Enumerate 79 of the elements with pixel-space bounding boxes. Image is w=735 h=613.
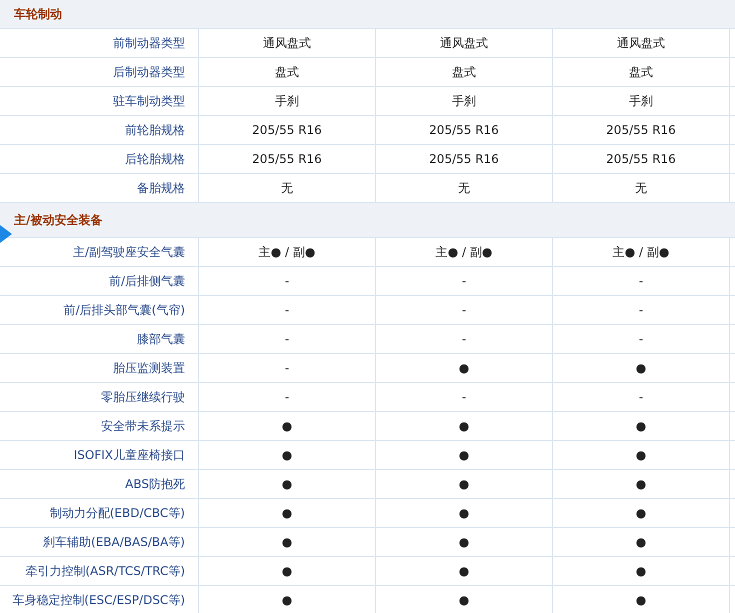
spec-value: 205/55 R16 (553, 116, 730, 144)
spec-label: 制动力分配(EBD/CBC等) (0, 499, 199, 527)
spec-value: 手刹 (553, 87, 730, 115)
spec-label: 安全带未系提示 (0, 412, 199, 440)
spec-label: 前/后排头部气囊(气帘) (0, 296, 199, 324)
spec-value: ● (376, 528, 553, 556)
spec-value: 无 (376, 174, 553, 202)
spec-value: ● (199, 499, 376, 527)
spec-label: 牵引力控制(ASR/TCS/TRC等) (0, 557, 199, 585)
spec-value: - (376, 296, 553, 324)
spec-value: ● (553, 441, 730, 469)
section-title: 车轮制动 (14, 6, 62, 22)
section-title: 主/被动安全装备 (14, 212, 102, 228)
spec-value: ● (553, 470, 730, 498)
spec-value: ● (199, 412, 376, 440)
spec-value: 无 (199, 174, 376, 202)
spec-label: 膝部气囊 (0, 325, 199, 353)
spec-value: - (376, 267, 553, 295)
spec-label: 零胎压继续行驶 (0, 383, 199, 411)
spec-label: 前制动器类型 (0, 29, 199, 57)
spec-value: - (199, 383, 376, 411)
spec-value: ● (553, 499, 730, 527)
spec-value: ● (199, 441, 376, 469)
spec-value: 主● / 副● (376, 238, 553, 266)
spec-label: 主/副驾驶座安全气囊 (0, 238, 199, 266)
spec-label: 车身稳定控制(ESC/ESP/DSC等) (0, 586, 199, 613)
spec-label: ISOFIX儿童座椅接口 (0, 441, 199, 469)
spec-label: 前轮胎规格 (0, 116, 199, 144)
spec-value: ● (376, 499, 553, 527)
spec-value: 手刹 (376, 87, 553, 115)
spec-label: 驻车制动类型 (0, 87, 199, 115)
spec-label: 后制动器类型 (0, 58, 199, 86)
spec-value: 通风盘式 (553, 29, 730, 57)
spec-value: - (553, 325, 730, 353)
spec-label: 后轮胎规格 (0, 145, 199, 173)
spec-label: 备胎规格 (0, 174, 199, 202)
spec-value: ● (199, 528, 376, 556)
spec-value: - (376, 325, 553, 353)
spec-value: ● (553, 586, 730, 613)
spec-value: - (199, 296, 376, 324)
spec-value: - (553, 267, 730, 295)
spec-value: ● (553, 354, 730, 382)
triangle-icon (0, 225, 12, 243)
spec-value: 主● / 副● (553, 238, 730, 266)
spec-value: 通风盘式 (376, 29, 553, 57)
spec-value: ● (553, 557, 730, 585)
spec-value: 205/55 R16 (376, 145, 553, 173)
spec-value: ● (376, 557, 553, 585)
spec-value: - (199, 354, 376, 382)
spec-value: ● (376, 412, 553, 440)
spec-value: ● (376, 586, 553, 613)
spec-value: 主● / 副● (199, 238, 376, 266)
spec-value: 205/55 R16 (376, 116, 553, 144)
spec-value: 205/55 R16 (199, 116, 376, 144)
spec-value: ● (376, 354, 553, 382)
spec-value: - (199, 325, 376, 353)
spec-value: 205/55 R16 (553, 145, 730, 173)
spec-value: ● (199, 586, 376, 613)
spec-value: 手刹 (199, 87, 376, 115)
spec-value: ● (376, 441, 553, 469)
spec-label: 刹车辅助(EBA/BAS/BA等) (0, 528, 199, 556)
spec-value: 205/55 R16 (199, 145, 376, 173)
spec-value: 无 (553, 174, 730, 202)
spec-value: - (376, 383, 553, 411)
spec-label: 胎压监测装置 (0, 354, 199, 382)
spec-value: 通风盘式 (199, 29, 376, 57)
spec-value: ● (376, 470, 553, 498)
spec-value: 盘式 (553, 58, 730, 86)
spec-value: 盘式 (199, 58, 376, 86)
spec-value: ● (553, 528, 730, 556)
spec-value: ● (199, 470, 376, 498)
spec-value: ● (199, 557, 376, 585)
spec-value: 盘式 (376, 58, 553, 86)
spec-value: - (199, 267, 376, 295)
spec-value: - (553, 383, 730, 411)
spec-value: - (553, 296, 730, 324)
spec-value: ● (553, 412, 730, 440)
spec-label: ABS防抱死 (0, 470, 199, 498)
spec-label: 前/后排侧气囊 (0, 267, 199, 295)
